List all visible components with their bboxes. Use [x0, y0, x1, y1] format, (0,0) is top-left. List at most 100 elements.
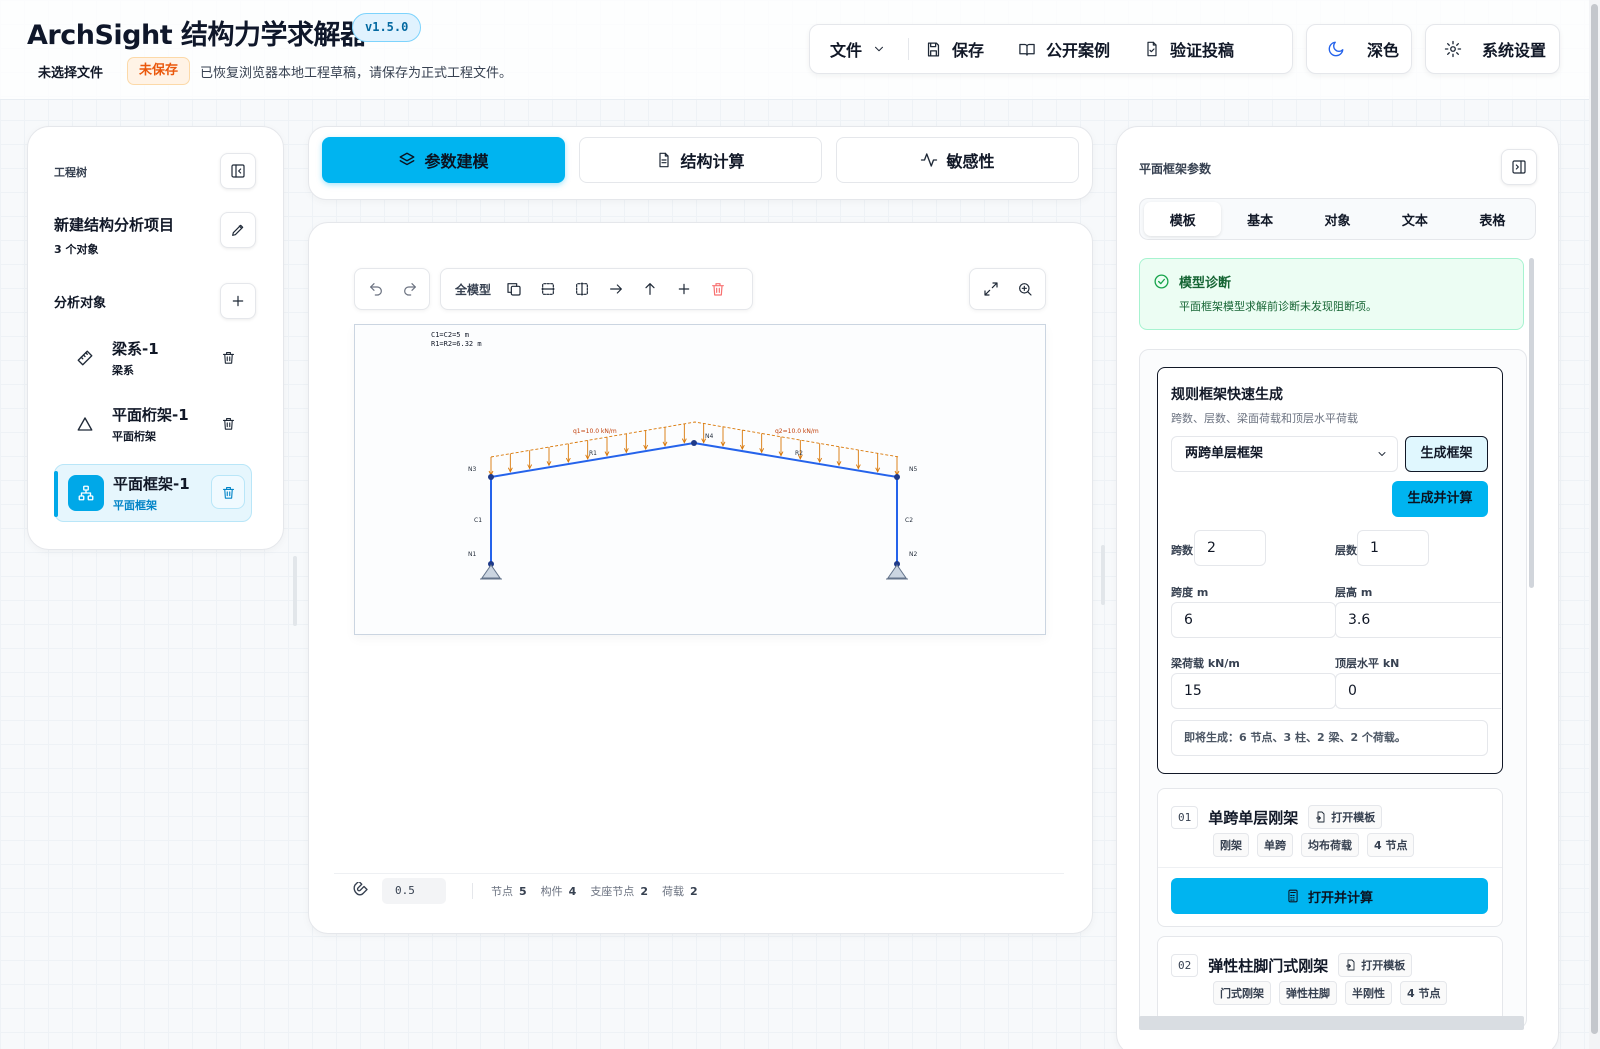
tab-table[interactable]: 表格	[1454, 202, 1531, 236]
collapse-sidebar-button[interactable]	[220, 153, 256, 189]
tree-item-plane-truss[interactable]: 平面桁架-1 平面桁架	[54, 395, 252, 453]
open-and-calc-button[interactable]: 打开并计算	[1171, 878, 1488, 914]
theme-button[interactable]: 深色	[1306, 24, 1412, 74]
project-object-count: 3 个对象	[54, 243, 99, 256]
mirror-vertical-button[interactable]	[565, 281, 599, 297]
draft-message: 已恢复浏览器本地工程草稿，请保存为正式工程文件。	[200, 66, 513, 81]
template-select-value: 两跨单层框架	[1185, 446, 1264, 461]
public-cases-button[interactable]: 公开案例	[1018, 37, 1110, 61]
panel-scrollbar-thumb[interactable]	[1529, 258, 1534, 588]
tree-item-name: 梁系-1	[112, 340, 159, 358]
page-scrollbar-thumb[interactable]	[1591, 4, 1598, 1034]
node-label: N3	[468, 466, 476, 473]
tab-text[interactable]: 文本	[1376, 202, 1453, 236]
beam-load-input[interactable]: 15	[1171, 673, 1336, 709]
divider	[472, 883, 473, 899]
open-template-button[interactable]: 打开模板	[1338, 953, 1413, 977]
nodes-count: 5	[519, 884, 527, 898]
analysis-objects-heading: 分析对象	[54, 296, 107, 311]
dimension-note: C1=C2=5 m	[431, 331, 469, 339]
undo-icon	[370, 283, 382, 296]
tab-label: 参数建模	[424, 152, 489, 171]
add-object-button[interactable]	[220, 283, 256, 319]
tab-basic[interactable]: 基本	[1221, 202, 1298, 236]
node-n4	[691, 440, 697, 446]
file-text-icon	[659, 152, 670, 168]
member-label: R2	[795, 450, 803, 457]
add-node-button[interactable]	[667, 281, 701, 297]
loads-label: 荷载	[661, 885, 684, 898]
verify-submit-button[interactable]: 验证投稿	[1144, 37, 1234, 61]
save-label: 保存	[952, 41, 985, 60]
delete-object-button[interactable]	[221, 350, 236, 365]
delete-selection-button[interactable]	[701, 281, 735, 297]
generate-frame-button[interactable]: 生成框架	[1405, 436, 1488, 472]
diagnostics-title: 模型诊断	[1179, 276, 1232, 291]
tab-objects[interactable]: 对象	[1299, 202, 1376, 236]
project-tree-title: 工程树	[54, 166, 87, 179]
pencil-icon	[232, 224, 244, 236]
snap-value[interactable]: 0.5	[382, 878, 446, 904]
file-check-icon	[1147, 41, 1157, 57]
frame-diagram[interactable]: C1=C2=5 m R1=R2=6.32 m q1=10.0 kN/m q2=1…	[355, 325, 1045, 634]
tab-structural-calc[interactable]: 结构计算	[579, 137, 822, 183]
delete-object-button[interactable]	[221, 416, 236, 431]
horizontal-scrollbar[interactable]	[1139, 1016, 1524, 1030]
load-envelope	[490, 421, 900, 458]
redo-button[interactable]	[393, 281, 427, 297]
move-x-button[interactable]	[599, 281, 633, 297]
story-height-label: 层高 m	[1335, 586, 1373, 599]
template-tag: 4 节点	[1400, 981, 1448, 1005]
span-length-input[interactable]: 6	[1171, 602, 1336, 638]
file-menu-button[interactable]: 文件	[830, 37, 886, 61]
stories-label: 层数	[1335, 544, 1357, 557]
tab-templates[interactable]: 模板	[1144, 202, 1222, 236]
status-bar: 0.5 节点 5 构件 4 支座节点 2 荷载 2	[352, 876, 698, 906]
top-horizontal-load-label: 顶层水平 kN	[1335, 657, 1400, 670]
left-resize-handle[interactable]	[293, 556, 297, 626]
story-height-input[interactable]: 3.6	[1335, 602, 1501, 638]
public-cases-label: 公开案例	[1046, 41, 1111, 60]
template-select[interactable]: 两跨单层框架	[1171, 436, 1398, 472]
beam-load-label: 梁荷载 kN/m	[1171, 657, 1240, 670]
chevron-down-icon	[874, 46, 884, 52]
open-template-button[interactable]: 打开模板	[1308, 805, 1383, 829]
collapse-right-panel-button[interactable]	[1501, 149, 1537, 185]
tab-sensitivity[interactable]: 敏感性	[836, 137, 1079, 183]
undo-button[interactable]	[359, 281, 393, 297]
move-y-button[interactable]	[633, 281, 667, 297]
calculator-icon	[1288, 889, 1298, 903]
ruler-icon	[67, 340, 103, 376]
node-label: N1	[468, 551, 476, 558]
check-circle-icon	[1154, 274, 1169, 289]
tree-item-beam-system[interactable]: 梁系-1 梁系	[54, 329, 252, 387]
spans-input[interactable]: 2	[1194, 530, 1266, 566]
delete-object-button[interactable]	[211, 475, 245, 509]
tab-parametric-modeling[interactable]: 参数建模	[322, 137, 565, 183]
status-divider	[334, 873, 1064, 874]
spans-label: 跨数	[1171, 544, 1193, 557]
network-icon	[68, 475, 104, 511]
edit-project-button[interactable]	[220, 212, 256, 248]
stories-input[interactable]: 1	[1357, 530, 1429, 566]
view-all-button[interactable]: 全模型	[455, 281, 491, 298]
gear-icon	[1444, 40, 1462, 58]
copy-button[interactable]	[497, 281, 531, 297]
right-resize-handle[interactable]	[1101, 545, 1105, 605]
divider	[908, 38, 910, 60]
template-card: 01 单跨单层刚架 打开模板 刚架 单跨 均布荷载 4 节点 打开并计算	[1157, 788, 1503, 927]
fullscreen-button[interactable]	[974, 281, 1008, 297]
mirror-horizontal-button[interactable]	[531, 281, 565, 297]
project-name: 新建结构分析项目	[54, 216, 175, 234]
quick-generate-title: 规则框架快速生成	[1171, 387, 1283, 403]
zoom-in-button[interactable]	[1008, 281, 1042, 297]
model-drawing-area[interactable]: C1=C2=5 m R1=R2=6.32 m q1=10.0 kN/m q2=1…	[354, 324, 1046, 635]
top-horizontal-load-input[interactable]: 0	[1335, 673, 1501, 709]
generate-and-calc-button[interactable]: 生成并计算	[1392, 481, 1488, 517]
save-button[interactable]: 保存	[925, 37, 984, 61]
settings-button[interactable]: 系统设置	[1425, 24, 1560, 74]
page-scrollbar-track[interactable]	[1589, 0, 1600, 1049]
open-template-label: 打开模板	[1361, 959, 1406, 972]
tree-item-plane-frame[interactable]: 平面框架-1 平面框架	[54, 464, 252, 522]
unsaved-badge: 未保存	[127, 57, 191, 85]
